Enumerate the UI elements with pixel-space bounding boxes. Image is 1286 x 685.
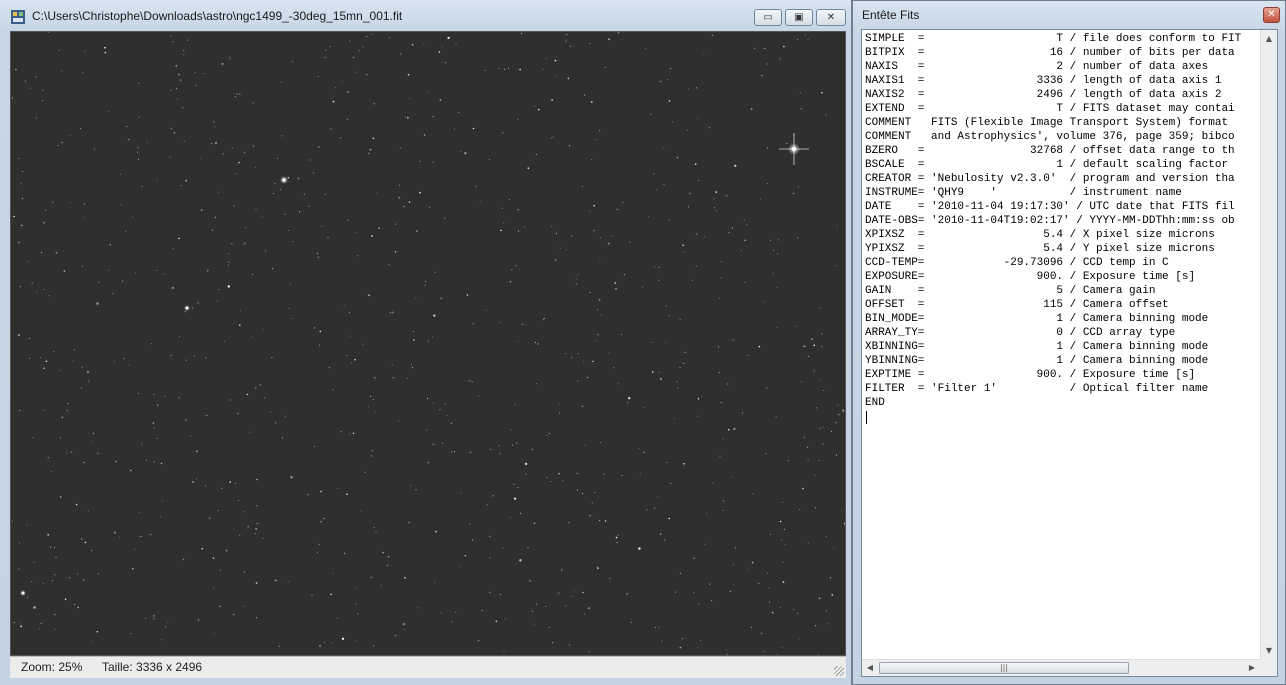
fits-header-line: OFFSET = 115 / Camera offset [865,299,1169,311]
fits-header-line: YPIXSZ = 5.4 / Y pixel size microns [865,243,1215,255]
fits-header-line: CREATOR = 'Nebulosity v2.3.0' / program … [865,173,1235,185]
fits-header-line: BZERO = 32768 / offset data range to th [865,145,1235,157]
image-window-titlebar[interactable]: C:\Users\Christophe\Downloads\astro\ngc1… [0,0,852,31]
scroll-up-icon[interactable]: ▲ [1261,30,1277,47]
minimize-icon: ▭ [763,12,773,23]
horizontal-scroll-thumb[interactable]: ||| [879,662,1129,674]
resize-grip-icon[interactable] [834,666,844,676]
bright-star [184,305,190,311]
image-window-title: C:\Users\Christophe\Downloads\astro\ngc1… [32,9,403,23]
fits-header-line: EXPTIME = 900. / Exposure time [s] [865,369,1196,381]
fits-header-line: END [865,397,885,409]
horizontal-scrollbar[interactable]: ◀ ||| ▶ [862,659,1260,676]
fits-header-line: NAXIS1 = 3336 / length of data axis 1 [865,75,1222,87]
fits-header-line: DATE-OBS= '2010-11-04T19:02:17' / YYYY-M… [865,215,1235,227]
minimize-button[interactable]: ▭ [754,9,782,26]
close-button[interactable]: ✕ [816,9,846,26]
scroll-down-icon[interactable]: ▼ [1261,642,1277,659]
fits-header-line: XPIXSZ = 5.4 / X pixel size microns [865,229,1215,241]
fits-header-line: SIMPLE = T / file does conform to FIT [865,33,1242,45]
fits-header-line: DATE = '2010-11-04 19:17:30' / UTC date … [865,201,1235,213]
fits-header-line: BITPIX = 16 / number of bits per data [865,47,1235,59]
star-field-image [11,32,845,655]
fits-header-line: YBINNING= 1 / Camera binning mode [865,355,1209,367]
zoom-level: Zoom: 25% [21,660,83,674]
fits-header-line: INSTRUME= 'QHY9 ' / instrument name [865,187,1182,199]
fits-header-line: FILTER = 'Filter 1' / Optical filter nam… [865,383,1209,395]
fits-header-line: GAIN = 5 / Camera gain [865,285,1156,297]
fits-header-line: COMMENT FITS (Flexible Image Transport S… [865,117,1229,129]
fits-header-line: COMMENT and Astrophysics', volume 376, p… [865,131,1235,143]
fits-header-textbox[interactable]: SIMPLE = T / file does conform to FIT BIT… [861,29,1278,677]
fits-header-line: EXPOSURE= 900. / Exposure time [s] [865,271,1196,283]
image-size: Taille: 3336 x 2496 [102,660,203,674]
fits-header-line: XBINNING= 1 / Camera binning mode [865,341,1209,353]
scroll-left-icon[interactable]: ◀ [862,660,878,676]
app-icon [11,10,25,24]
fits-header-line: NAXIS = 2 / number of data axes [865,61,1209,73]
fits-header-lines: SIMPLE = T / file does conform to FIT BIT… [865,32,1258,654]
fits-header-line: CCD-TEMP= -29.73096 / CCD temp in C [865,257,1169,269]
scrollbar-corner [1260,659,1277,676]
fits-header-line: BSCALE = 1 / default scaling factor [865,159,1229,171]
fits-window-title: Entête Fits [862,8,920,22]
vertical-scrollbar[interactable]: ▲ ▼ [1260,30,1277,659]
scroll-right-icon[interactable]: ▶ [1244,660,1260,676]
maximize-icon: ▣ [794,12,804,23]
maximize-button[interactable]: ▣ [785,9,813,26]
text-caret [866,411,867,424]
fits-header-line: BIN_MODE= 1 / Camera binning mode [865,313,1209,325]
fits-header-window: Entête Fits ✕ SIMPLE = T / file does con… [852,0,1286,685]
close-icon: ✕ [826,12,836,23]
window-controls: ▭ ▣ ✕ [754,9,846,26]
fits-header-line: NAXIS2 = 2496 / length of data axis 2 [865,89,1222,101]
image-window: C:\Users\Christophe\Downloads\astro\ngc1… [0,0,852,685]
bright-star [280,176,288,184]
fits-header-line: ARRAY_TY= 0 / CCD array type [865,327,1176,339]
bright-star [20,590,26,596]
astro-image-canvas[interactable] [10,31,846,656]
fits-header-line: EXTEND = T / FITS dataset may contai [865,103,1235,115]
close-icon: ✕ [1267,9,1276,20]
status-bar: Zoom: 25% Taille: 3336 x 2496 [10,656,846,678]
fits-close-button[interactable]: ✕ [1263,7,1280,23]
